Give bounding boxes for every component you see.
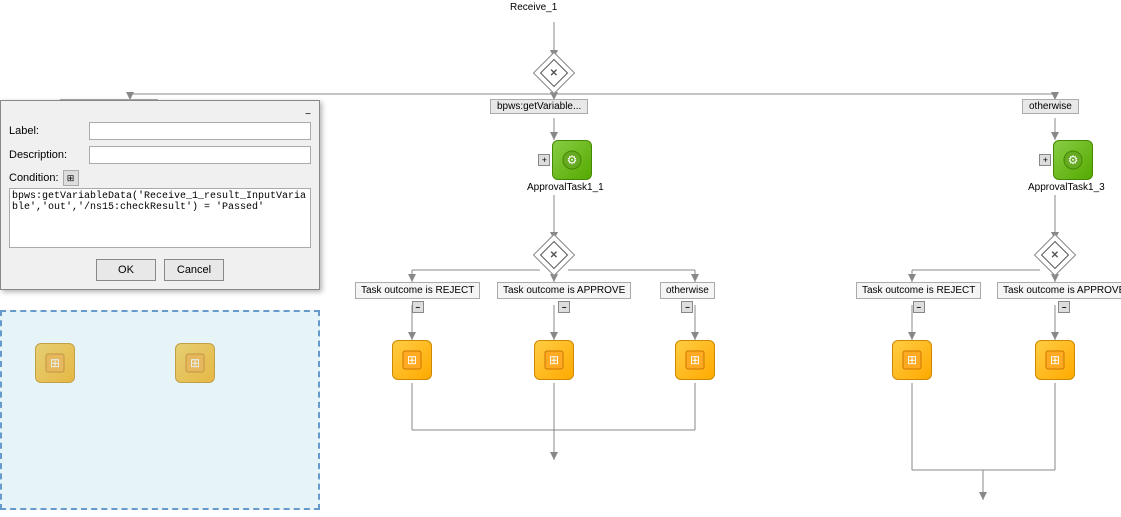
gateway-3-x-icon: ✕ bbox=[1051, 249, 1059, 260]
var-label-center[interactable]: bpws:getVariable... bbox=[490, 100, 588, 112]
approval-task-1-expand[interactable]: + bbox=[538, 154, 550, 166]
condition-approve-2-container: Task outcome is APPROVE − bbox=[997, 282, 1121, 313]
condition-approve-2-box[interactable]: Task outcome is APPROVE bbox=[997, 282, 1121, 299]
approval-task-1-icon[interactable]: ⚙ bbox=[552, 140, 592, 180]
dialog-condition-icon-btn[interactable]: ⊞ bbox=[63, 170, 79, 186]
task-center-left[interactable]: ⊞ bbox=[392, 340, 432, 380]
dialog-condition-textarea[interactable] bbox=[9, 188, 311, 248]
svg-text:⊞: ⊞ bbox=[907, 353, 917, 367]
svg-text:⊞: ⊞ bbox=[549, 353, 559, 367]
condition-reject-2-collapse[interactable]: − bbox=[913, 301, 925, 313]
dialog-description-text: Description: bbox=[9, 149, 89, 161]
condition-otherwise-1-collapse[interactable]: − bbox=[681, 301, 693, 313]
approval-task-3-container: + ⚙ ApprovalTask1_3 bbox=[1028, 140, 1105, 193]
selection-box bbox=[0, 310, 320, 510]
svg-text:⊞: ⊞ bbox=[407, 353, 417, 367]
svg-text:⚙: ⚙ bbox=[567, 153, 578, 167]
condition-dialog: − Label: Description: Condition: ⊞ OK Ca… bbox=[0, 100, 320, 290]
right-gateway-3[interactable]: ✕ bbox=[1040, 240, 1070, 270]
condition-approve-1-collapse[interactable]: − bbox=[558, 301, 570, 313]
dialog-condition-label-row: Condition: ⊞ bbox=[9, 170, 311, 186]
dialog-description-input[interactable] bbox=[89, 146, 311, 164]
gateway-2-x-icon: ✕ bbox=[550, 249, 558, 260]
approval-task-1-label: ApprovalTask1_1 bbox=[527, 182, 604, 193]
condition-approve-2-collapse[interactable]: − bbox=[1058, 301, 1070, 313]
dialog-buttons: OK Cancel bbox=[9, 259, 311, 281]
dialog-ok-button[interactable]: OK bbox=[96, 259, 156, 281]
dialog-label-text: Label: bbox=[9, 125, 89, 137]
condition-reject-2-container: Task outcome is REJECT − bbox=[856, 282, 981, 313]
condition-otherwise-1-box[interactable]: otherwise bbox=[660, 282, 715, 299]
var-label-center-text: bpws:getVariable... bbox=[490, 99, 588, 114]
task-right-right[interactable]: ⊞ bbox=[1035, 340, 1075, 380]
dialog-close-icon[interactable]: − bbox=[305, 109, 311, 120]
svg-text:⊞: ⊞ bbox=[690, 353, 700, 367]
approval-task-3-icon[interactable]: ⚙ bbox=[1053, 140, 1093, 180]
dialog-label-field: Label: bbox=[9, 122, 311, 140]
center-gateway-2[interactable]: ✕ bbox=[539, 240, 569, 270]
condition-approve-1-box[interactable]: Task outcome is APPROVE bbox=[497, 282, 631, 299]
approval-task-3-label: ApprovalTask1_3 bbox=[1028, 182, 1105, 193]
dialog-description-field: Description: bbox=[9, 146, 311, 164]
condition-reject-1-collapse[interactable]: − bbox=[412, 301, 424, 313]
receive-1-label: Receive_1 bbox=[510, 2, 557, 13]
dialog-label-input[interactable] bbox=[89, 122, 311, 140]
var-label-right-text: otherwise bbox=[1022, 99, 1079, 114]
dialog-condition-label-text: Condition: bbox=[9, 172, 59, 184]
svg-text:⊞: ⊞ bbox=[1050, 353, 1060, 367]
task-center-right[interactable]: ⊞ bbox=[675, 340, 715, 380]
task-center-mid[interactable]: ⊞ bbox=[534, 340, 574, 380]
svg-text:⚙: ⚙ bbox=[1068, 153, 1079, 167]
dialog-cancel-button[interactable]: Cancel bbox=[164, 259, 224, 281]
gateway-x-icon: ✕ bbox=[550, 67, 558, 78]
condition-approve-1-container: Task outcome is APPROVE − bbox=[497, 282, 631, 313]
top-gateway[interactable]: ✕ bbox=[539, 58, 569, 88]
condition-reject-2-box[interactable]: Task outcome is REJECT bbox=[856, 282, 981, 299]
approval-task-1-container: + ⚙ ApprovalTask1_1 bbox=[527, 140, 604, 193]
approval-task-3-expand[interactable]: + bbox=[1039, 154, 1051, 166]
condition-otherwise-1-container: otherwise − bbox=[660, 282, 715, 313]
var-label-right[interactable]: otherwise bbox=[1022, 100, 1079, 112]
task-right-left[interactable]: ⊞ bbox=[892, 340, 932, 380]
condition-reject-1-box[interactable]: Task outcome is REJECT bbox=[355, 282, 480, 299]
receive-1-node: Receive_1 bbox=[510, 2, 557, 13]
condition-reject-1-container: Task outcome is REJECT − bbox=[355, 282, 480, 313]
